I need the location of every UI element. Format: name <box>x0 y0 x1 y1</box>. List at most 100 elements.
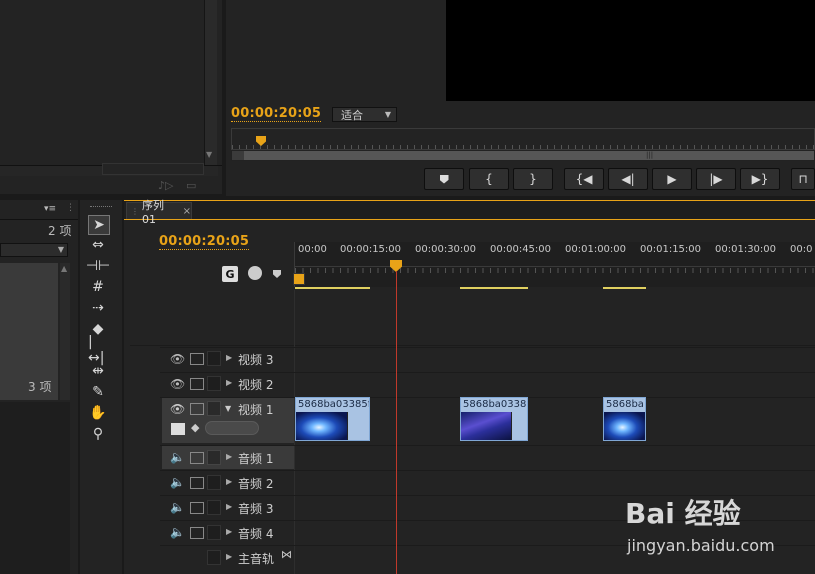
ruler-label-5: 00:01:15:00 <box>640 244 702 255</box>
track-lock-icon[interactable] <box>207 525 221 540</box>
sync-lock-icon[interactable] <box>190 378 204 390</box>
step-forward-icon: |▶ <box>709 172 723 186</box>
clip-thumbnail <box>296 412 347 440</box>
mark-out-button[interactable]: } <box>513 168 553 190</box>
track-label-audio4: 音频 4 <box>238 527 274 541</box>
track-lock-icon[interactable] <box>207 475 221 490</box>
mark-in-button[interactable]: { <box>469 168 509 190</box>
panel-menu-icon[interactable]: ▾≡ <box>44 204 56 214</box>
video-clip-3[interactable]: 5868ba <box>603 397 646 441</box>
track-lock-icon[interactable] <box>207 550 221 565</box>
step-back-button[interactable]: ◀| <box>608 168 648 190</box>
monitor-timecode[interactable]: 00:00:20:05 <box>231 106 322 122</box>
timeline-tab-bar <box>124 201 815 220</box>
ruler-label-7: 00:0 <box>790 244 813 255</box>
render-bar-3 <box>603 287 646 289</box>
clip-name: 5868ba03385f <box>296 398 369 412</box>
track-label-audio3: 音频 3 <box>238 502 274 516</box>
project-vscroll[interactable] <box>60 263 70 400</box>
track-lock-icon[interactable] <box>207 376 221 391</box>
panel-grip-icon[interactable]: ⋮ <box>66 203 75 213</box>
monitor-zoom-scrollbar[interactable]: ||| <box>231 150 815 161</box>
set-encore-marker-icon[interactable] <box>248 266 262 280</box>
step-forward-button[interactable]: |▶ <box>696 168 736 190</box>
selection-tool-icon[interactable]: ➤ <box>88 215 110 235</box>
track-select-tool-icon[interactable]: ⇔ <box>88 236 108 254</box>
video-clip-2[interactable]: 5868ba0338 <box>460 397 528 441</box>
track-lock-icon[interactable] <box>207 450 221 465</box>
work-area-start-icon[interactable] <box>293 273 305 285</box>
sync-lock-icon[interactable] <box>190 502 204 514</box>
track-lock-icon[interactable] <box>207 500 221 515</box>
tab-grip-icon: ⋮ <box>131 206 139 216</box>
expand-arrow-icon[interactable]: ▶ <box>226 452 232 461</box>
speaker-icon[interactable]: 🔈 <box>170 475 185 489</box>
hand-tool-icon[interactable]: ✋ <box>88 404 108 422</box>
slide-tool-icon[interactable]: ⇹ <box>88 362 108 380</box>
scroll-up-icon[interactable]: ▲ <box>61 264 67 273</box>
expand-arrow-icon[interactable]: ▶ <box>226 502 232 511</box>
mark-out-icon: } <box>529 172 537 186</box>
zoom-tool-icon[interactable]: ⚲ <box>88 425 108 443</box>
sequence-tab[interactable]: ⋮ 序列 01 × <box>126 199 192 226</box>
clip-name: 5868ba <box>604 398 645 412</box>
render-bar-2 <box>460 287 528 289</box>
project-panel-bottom: ▾≡ ⋮ 2 项 ▼ ▲ 3 项 <box>0 200 78 574</box>
project-hscroll[interactable] <box>102 163 204 175</box>
eye-icon[interactable]: 👁 <box>170 352 185 366</box>
chevron-down-icon: ▼ <box>384 110 391 119</box>
go-to-out-icon: ▶} <box>751 172 769 186</box>
zoom-select[interactable]: 适合 ▼ <box>332 107 397 122</box>
project-dropdown[interactable]: ▼ <box>0 243 68 257</box>
pen-tool-icon[interactable]: ✎ <box>88 383 108 401</box>
expand-arrow-icon[interactable]: ▶ <box>226 353 232 362</box>
speaker-icon[interactable]: 🔈 <box>170 525 185 539</box>
tools-grip <box>90 206 112 208</box>
speaker-icon[interactable]: 🔈 <box>170 450 185 464</box>
eye-icon[interactable]: 👁 <box>170 377 185 391</box>
automate-icon[interactable]: ♪▷ <box>158 179 173 192</box>
track-label-audio1: 音频 1 <box>238 452 274 466</box>
sync-lock-icon[interactable] <box>190 477 204 489</box>
insert-button[interactable]: ⊓ <box>791 168 815 190</box>
ruler-label-1: 00:00:15:00 <box>340 244 402 255</box>
monitor-ruler[interactable] <box>231 128 815 150</box>
ruler-label-0: 00:00 <box>298 244 327 255</box>
chevron-down-icon: ▼ <box>57 245 64 254</box>
close-icon[interactable]: × <box>183 206 191 217</box>
track-label-audio2: 音频 2 <box>238 477 274 491</box>
play-button[interactable]: ▶ <box>652 168 692 190</box>
video-clip-1[interactable]: 5868ba03385f <box>295 397 370 441</box>
expand-arrow-icon[interactable]: ▶ <box>226 477 232 486</box>
project-scrollbar[interactable] <box>205 0 217 165</box>
rolling-edit-tool-icon[interactable]: # <box>88 278 108 296</box>
sequence-timecode[interactable]: 00:00:20:05 <box>159 234 250 250</box>
snap-icon[interactable]: G <box>222 266 238 282</box>
project-empty-area <box>0 402 70 574</box>
track-label-master: 主音轨 <box>238 552 275 566</box>
scroll-handle-left[interactable] <box>232 151 244 160</box>
sync-lock-icon[interactable] <box>190 452 204 464</box>
new-bin-icon[interactable]: ▭ <box>186 179 196 192</box>
expand-arrow-icon[interactable]: ▶ <box>226 378 232 387</box>
track-area-empty-top <box>130 290 815 346</box>
track-lock-icon[interactable] <box>207 351 221 366</box>
rate-stretch-tool-icon[interactable]: ⇢ <box>88 299 108 317</box>
clip-name: 5868ba0338 <box>461 398 527 412</box>
expand-arrow-icon[interactable]: ▶ <box>226 527 232 536</box>
sync-lock-icon[interactable] <box>190 527 204 539</box>
speaker-icon[interactable]: 🔈 <box>170 500 185 514</box>
render-bar-1 <box>295 287 370 289</box>
scroll-down-icon[interactable]: ▼ <box>206 150 212 159</box>
master-meter-icon[interactable]: ⋈ <box>281 548 292 561</box>
marker-button[interactable] <box>424 168 464 190</box>
sync-lock-icon[interactable] <box>190 353 204 365</box>
go-to-in-button[interactable]: {◀ <box>564 168 604 190</box>
slip-tool-icon[interactable]: |↔| <box>88 334 108 366</box>
go-to-out-button[interactable]: ▶} <box>740 168 780 190</box>
playhead-line <box>396 271 397 574</box>
expand-arrow-icon[interactable]: ▶ <box>226 552 232 561</box>
watermark-brand: Bai 经验 <box>625 497 741 530</box>
track-label-video3: 视频 3 <box>238 353 274 367</box>
ripple-edit-tool-icon[interactable]: ⊣⊢ <box>86 257 110 275</box>
